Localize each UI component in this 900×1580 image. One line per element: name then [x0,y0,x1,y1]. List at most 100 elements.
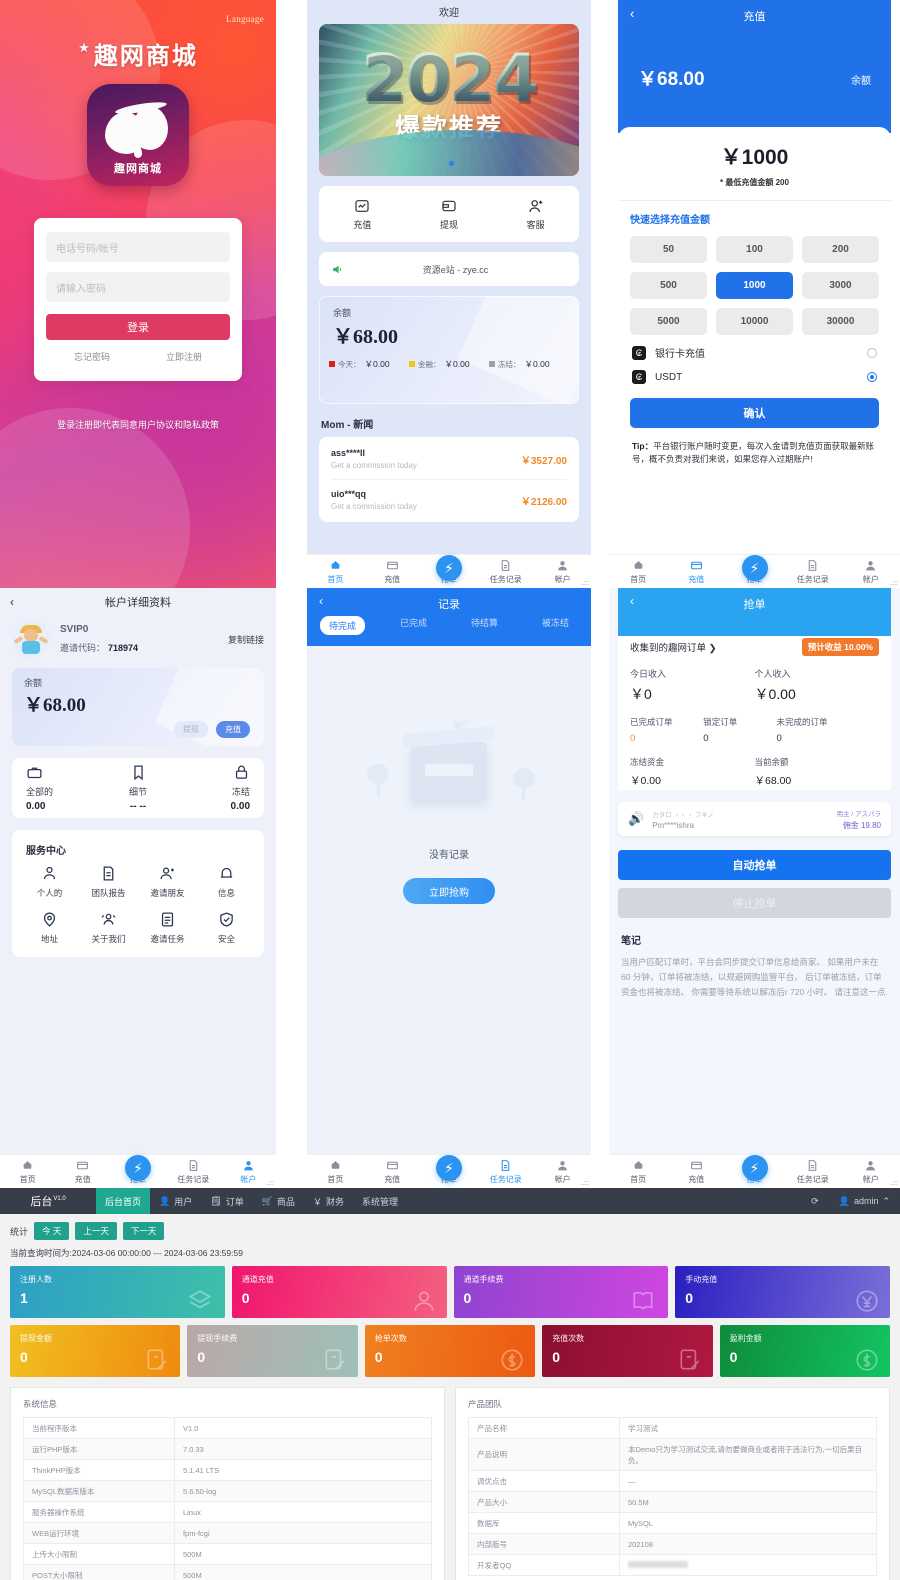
nav-item-grab[interactable]: ⚡抢单 [725,555,783,588]
amount-option-selected[interactable]: 1000 [716,272,793,299]
summary-details[interactable]: 细节 -- -- [101,764,176,812]
nav-item-home[interactable]: 首页 [609,1159,667,1188]
password-input[interactable]: 请输入密码 [46,272,230,302]
list-item[interactable]: ass****ll Get a commission today ￥3527.0… [331,439,567,480]
nav-item-recharge[interactable]: 充值 [364,1159,421,1188]
quick-action-recharge[interactable]: 充值 [319,198,406,231]
amount-option[interactable]: 100 [716,236,793,263]
resize-handle[interactable] [581,578,589,586]
nav-item-recharge[interactable]: 充值 [364,559,421,588]
service-item-messages[interactable]: 信息 [197,865,256,899]
nav-item-grab[interactable]: ⚡抢单 [421,555,478,588]
notice-bar[interactable]: 资源e站 - zye.cc [319,252,579,286]
kpi-card-channel-recharge[interactable]: 通道充值 0 [231,1266,447,1318]
chip-prev-day[interactable]: 上一天 [75,1222,117,1240]
amount-option[interactable]: 500 [630,272,707,299]
copy-link-button[interactable]: 复制链接 [228,633,264,646]
service-item-team-report[interactable]: 团队报告 [79,865,138,899]
admin-menu-orders[interactable]: 🗒 订单 [201,1188,252,1214]
radio-bank[interactable] [867,347,877,358]
admin-menu-finance[interactable]: ￥ 财务 [304,1188,353,1214]
recharge-button[interactable]: 充值 [216,721,250,738]
payment-method-usdt[interactable]: ₢ USDT [618,360,891,384]
amount-option[interactable]: 50 [630,236,707,263]
back-button[interactable]: ‹ [10,595,14,609]
amount-option[interactable]: 200 [802,236,879,263]
kpi-card-profit-amount[interactable]: 盈利金额 0 [719,1325,890,1377]
avatar[interactable] [12,620,50,658]
withdraw-button[interactable]: 提现 [174,721,208,738]
tab-completed[interactable]: 已完成 [378,616,449,635]
radio-usdt[interactable] [867,372,877,382]
service-item-invite-tasks[interactable]: 邀请任务 [138,911,197,945]
nav-item-tasks[interactable]: 任务记录 [477,559,534,588]
nav-item-grab[interactable]: ⚡抢单 [725,1155,783,1188]
nav-item-home[interactable]: 首页 [609,559,667,588]
amount-option[interactable]: 3000 [802,272,879,299]
nav-item-tasks[interactable]: 任务记录 [477,1159,534,1188]
admin-menu-users[interactable]: 👤 用户 [150,1188,201,1214]
login-button[interactable]: 登录 [46,314,230,340]
amount-option[interactable]: 30000 [802,308,879,335]
service-item-about-us[interactable]: 关于我们 [79,911,138,945]
collect-link[interactable]: 收集到的趣网订单 ❯ [630,640,802,654]
banner-dot-indicator[interactable] [449,161,454,166]
nav-item-home[interactable]: 首页 [307,559,364,588]
payment-method-bank[interactable]: ₢ 银行卡充值 [618,335,891,360]
kpi-card-recharge-count[interactable]: 充值次数 0 [542,1325,713,1377]
service-item-personal[interactable]: 个人的 [20,865,79,899]
chip-today[interactable]: 今 天 [34,1222,70,1240]
admin-menu-products[interactable]: 🛒 商品 [253,1188,304,1214]
admin-menu-system[interactable]: 系统管理 [353,1188,407,1214]
nav-item-home[interactable]: 首页 [307,1159,364,1188]
kpi-card-withdraw-fee[interactable]: 提现手续费 0 [187,1325,358,1377]
resize-handle[interactable] [266,1178,274,1186]
register-link[interactable]: 立即注册 [166,350,202,363]
amount-option[interactable]: 10000 [716,308,793,335]
kpi-card-grab-count[interactable]: 抢单次数 0 [364,1325,536,1377]
kpi-card-channel-fee[interactable]: 通道手续费 0 [453,1266,669,1318]
stop-grab-button[interactable]: 停止抢单 [618,888,891,918]
kpi-card-withdraw-amount[interactable]: 提现金额 0 [10,1325,181,1377]
resize-handle[interactable] [581,1178,589,1186]
nav-item-recharge[interactable]: 充值 [667,1159,725,1188]
service-item-invite-friends[interactable]: 邀请朋友 [138,865,197,899]
nav-item-grab[interactable]: ⚡抢单 [421,1155,478,1188]
cart-icon: 🛒 [261,1195,273,1206]
summary-all[interactable]: 全部的 0.00 [26,764,101,812]
kpi-card-manual-recharge[interactable]: 手动充值 0 [675,1266,890,1318]
promo-banner[interactable]: 2024 爆款推荐 [319,24,579,176]
language-selector[interactable]: Language [226,14,264,24]
nav-item-tasks[interactable]: 任务记录 [784,559,842,588]
tab-settlement[interactable]: 待结算 [449,616,520,635]
grab-now-button[interactable]: 立即抢购 [403,878,495,904]
confirm-button[interactable]: 确认 [630,398,879,428]
admin-user-menu[interactable]: 👤 admin ⌃ [829,1196,900,1207]
funds-row: 冻结资金 ￥0.00 当前余额 ￥68.00 [630,756,879,788]
tab-pending[interactable]: 待完成 [307,616,378,635]
list-item[interactable]: uio***qq Get a commission today ￥2126.00 [331,480,567,520]
nav-item-home[interactable]: 首页 [0,1159,55,1188]
nav-item-recharge[interactable]: 充值 [667,559,725,588]
resize-handle[interactable] [890,578,898,586]
quick-action-withdraw[interactable]: 提现 [406,198,493,231]
nav-item-tasks[interactable]: 任务记录 [166,1159,221,1188]
amount-option[interactable]: 5000 [630,308,707,335]
bank-icon: ₢ [632,345,646,360]
auto-grab-button[interactable]: 自动抢单 [618,850,891,880]
refresh-button[interactable]: ⟳ [801,1196,829,1207]
chip-next-day[interactable]: 下一天 [122,1222,165,1240]
quick-action-support[interactable]: 客服 [492,198,579,231]
service-item-address[interactable]: 地址 [20,911,79,945]
phone-input[interactable]: 电话号码/帐号 [46,232,230,262]
forgot-password-link[interactable]: 忘记密码 [74,350,110,363]
nav-item-recharge[interactable]: 充值 [55,1159,110,1188]
kpi-card-registrations[interactable]: 注册人数 1 [10,1266,225,1318]
service-item-security[interactable]: 安全 [197,911,256,945]
admin-menu-home[interactable]: 后台首页 [96,1188,151,1214]
nav-item-grab[interactable]: ⚡抢单 [110,1155,165,1188]
nav-item-tasks[interactable]: 任务记录 [784,1159,842,1188]
tab-frozen[interactable]: 被冻结 [520,616,591,635]
resize-handle[interactable] [890,1178,898,1186]
summary-frozen[interactable]: 冻结 0.00 [175,764,250,812]
